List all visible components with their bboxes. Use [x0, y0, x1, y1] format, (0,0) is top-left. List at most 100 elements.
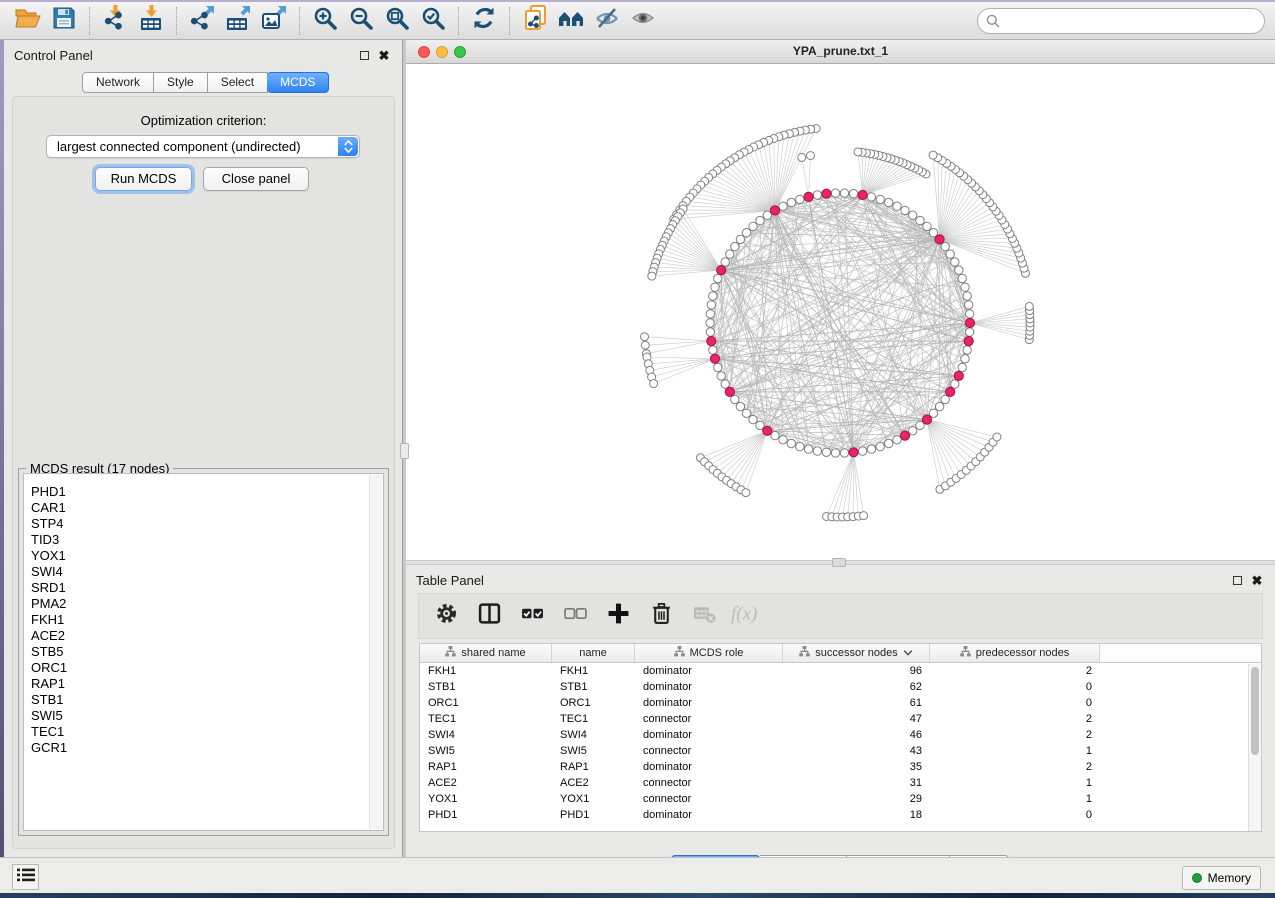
window-minimize-traffic-light[interactable]: [436, 46, 448, 58]
table-cell[interactable]: 2: [930, 727, 1100, 743]
table-cell[interactable]: connector: [635, 775, 783, 791]
table-cell[interactable]: 29: [783, 791, 930, 807]
network-node[interactable]: [721, 258, 729, 266]
network-hub-node[interactable]: [763, 426, 772, 435]
network-node[interactable]: [787, 439, 795, 447]
table-cell[interactable]: SWI4: [420, 727, 552, 743]
table-row[interactable]: SWI5SWI5connector431: [420, 743, 1261, 759]
list-item[interactable]: SWI4: [31, 564, 383, 580]
network-hub-node[interactable]: [858, 190, 867, 199]
network-node[interactable]: [798, 153, 806, 161]
list-item[interactable]: ACE2: [31, 628, 383, 644]
table-cell[interactable]: 2: [930, 711, 1100, 727]
network-node[interactable]: [893, 202, 901, 210]
network-node[interactable]: [901, 206, 909, 214]
show-all-button[interactable]: [625, 5, 661, 37]
table-cell[interactable]: dominator: [635, 807, 783, 823]
list-item[interactable]: TID3: [31, 532, 383, 548]
export-table-button[interactable]: [220, 5, 256, 37]
network-hub-node[interactable]: [935, 235, 944, 244]
network-node[interactable]: [831, 449, 839, 457]
network-node[interactable]: [711, 283, 719, 291]
network-node[interactable]: [858, 447, 866, 455]
zoom-in-button[interactable]: [307, 5, 343, 37]
network-node[interactable]: [909, 427, 917, 435]
network-node[interactable]: [779, 202, 787, 210]
window-zoom-traffic-light[interactable]: [454, 46, 466, 58]
first-neighbors-button[interactable]: [553, 5, 589, 37]
table-cell[interactable]: SWI5: [552, 743, 635, 759]
network-node[interactable]: [885, 198, 893, 206]
network-hub-node[interactable]: [804, 192, 813, 201]
network-node[interactable]: [854, 148, 862, 156]
tab-mcds[interactable]: MCDS: [267, 72, 329, 93]
table-cell[interactable]: YOX1: [420, 791, 552, 807]
network-node[interactable]: [736, 235, 744, 243]
network-node[interactable]: [714, 363, 722, 371]
network-node[interactable]: [966, 328, 974, 336]
table-cell[interactable]: 1: [930, 775, 1100, 791]
network-node[interactable]: [831, 189, 839, 197]
network-node[interactable]: [714, 274, 722, 282]
table-cell[interactable]: 2: [930, 663, 1100, 679]
network-node[interactable]: [787, 198, 795, 206]
close-panel-button[interactable]: Close panel: [203, 167, 309, 191]
list-item[interactable]: ORC1: [31, 660, 383, 676]
network-hub-node[interactable]: [965, 318, 974, 327]
network-node[interactable]: [742, 409, 750, 417]
table-cell[interactable]: ORC1: [552, 695, 635, 711]
table-cell[interactable]: ACE2: [420, 775, 552, 791]
table-row[interactable]: ORC1ORC1dominator610: [420, 695, 1261, 711]
list-item[interactable]: STB5: [31, 644, 383, 660]
table-cell[interactable]: RAP1: [420, 759, 552, 775]
table-row[interactable]: YOX1YOX1connector291: [420, 791, 1261, 807]
list-item[interactable]: STB1: [31, 692, 383, 708]
select-all-checkboxes-button[interactable]: [520, 604, 544, 628]
network-node[interactable]: [648, 272, 656, 280]
table-cell[interactable]: 2: [930, 759, 1100, 775]
table-cell[interactable]: TEC1: [420, 711, 552, 727]
hide-selected-button[interactable]: [589, 5, 625, 37]
window-close-traffic-light[interactable]: [418, 46, 430, 58]
network-node[interactable]: [641, 333, 649, 341]
control-panel-float-button[interactable]: [357, 48, 371, 62]
network-hub-node[interactable]: [946, 387, 955, 396]
network-node[interactable]: [961, 355, 969, 363]
split-table-button[interactable]: [477, 604, 501, 628]
network-node[interactable]: [849, 190, 857, 198]
network-node[interactable]: [763, 211, 771, 219]
table-row[interactable]: TEC1TEC1connector472: [420, 711, 1261, 727]
network-node[interactable]: [707, 301, 715, 309]
list-item[interactable]: SRD1: [31, 580, 383, 596]
network-node[interactable]: [840, 189, 848, 197]
horizontal-splitter-handle[interactable]: [832, 558, 846, 567]
table-cell[interactable]: ACE2: [552, 775, 635, 791]
network-hub-node[interactable]: [725, 387, 734, 396]
network-node[interactable]: [796, 195, 804, 203]
vertical-splitter-handle[interactable]: [400, 443, 409, 459]
network-node[interactable]: [709, 292, 717, 300]
table-cell[interactable]: 35: [783, 759, 930, 775]
network-node[interactable]: [876, 442, 884, 450]
table-cell[interactable]: 47: [783, 711, 930, 727]
tab-style[interactable]: Style: [154, 72, 208, 93]
network-node[interactable]: [840, 449, 848, 457]
network-node[interactable]: [929, 151, 937, 159]
table-cell[interactable]: dominator: [635, 679, 783, 695]
network-hub-node[interactable]: [849, 448, 858, 457]
list-item[interactable]: PHD1: [31, 484, 383, 500]
list-item[interactable]: TEC1: [31, 724, 383, 740]
network-hub-node[interactable]: [954, 371, 963, 380]
table-cell[interactable]: 62: [783, 679, 930, 695]
network-node[interactable]: [885, 439, 893, 447]
zoom-out-button[interactable]: [343, 5, 379, 37]
search-input[interactable]: [977, 8, 1265, 34]
network-node[interactable]: [756, 216, 764, 224]
network-node[interactable]: [965, 301, 973, 309]
network-node[interactable]: [822, 448, 830, 456]
table-cell[interactable]: 1: [930, 743, 1100, 759]
network-node[interactable]: [958, 363, 966, 371]
network-hub-node[interactable]: [710, 354, 719, 363]
column-header-shared-name[interactable]: shared name: [420, 644, 552, 662]
network-node[interactable]: [946, 250, 954, 258]
